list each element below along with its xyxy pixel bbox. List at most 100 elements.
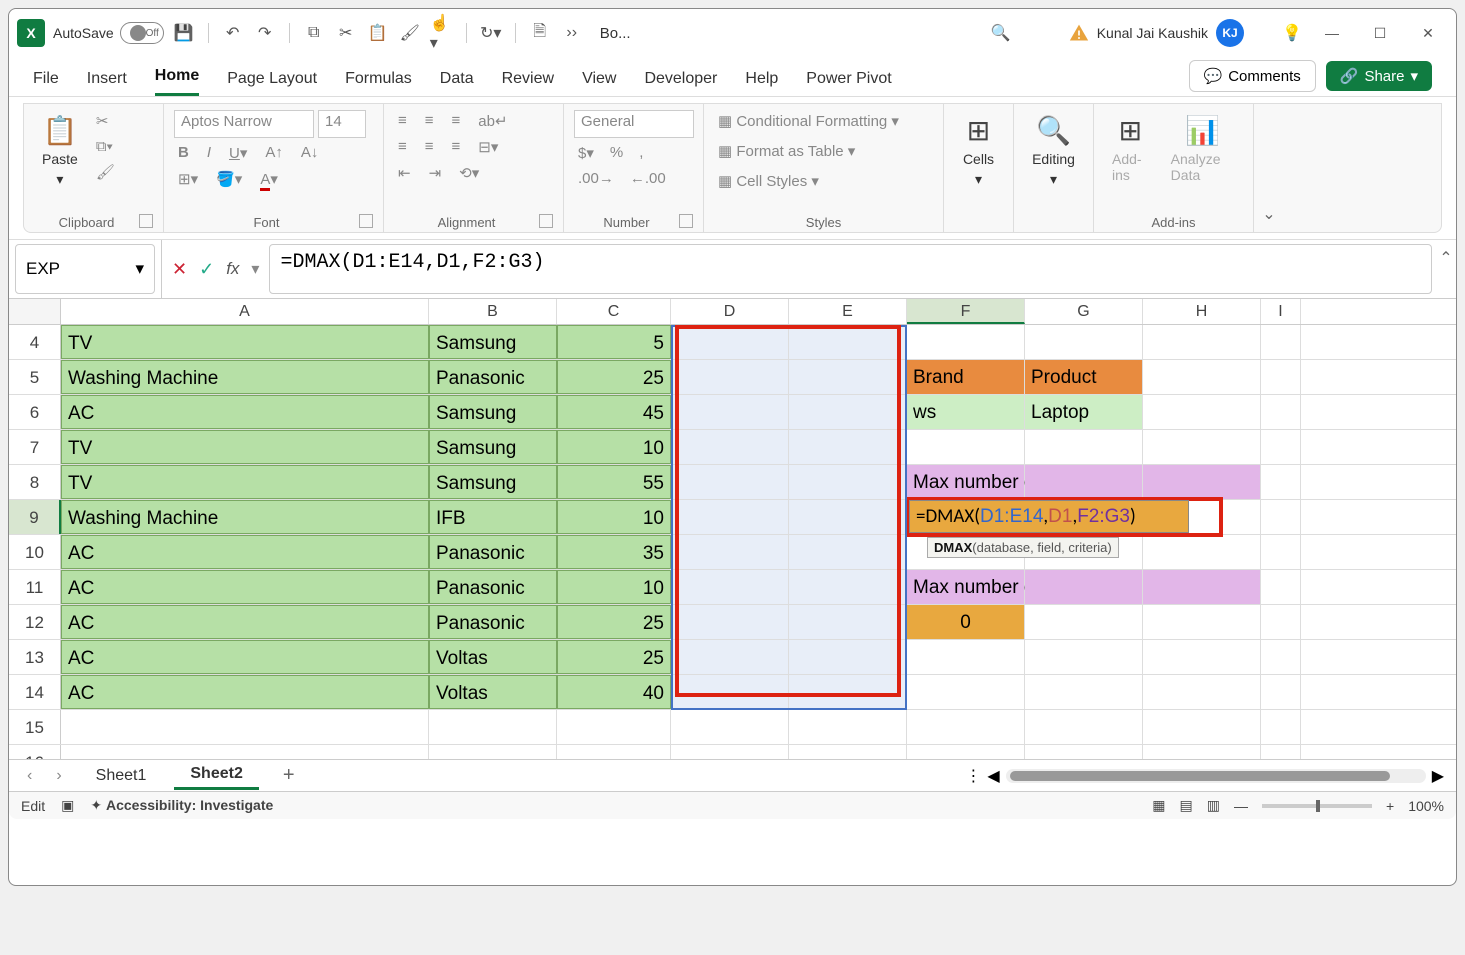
cell-C12[interactable]: 25	[557, 605, 671, 639]
tab-view[interactable]: View	[582, 70, 616, 96]
cell-G8[interactable]	[1025, 465, 1143, 499]
cell-D5[interactable]	[671, 360, 789, 394]
cell-B6[interactable]: Samsung	[429, 395, 557, 429]
share-button[interactable]: 🔗 Share ▾	[1326, 61, 1432, 91]
cell-F11[interactable]: Max number of Samsung TV sold	[907, 570, 1025, 604]
tab-power-pivot[interactable]: Power Pivot	[806, 70, 891, 96]
cell-F12[interactable]: 0	[907, 605, 1025, 639]
minimize-button[interactable]: —	[1312, 17, 1352, 49]
cells-button[interactable]: ⊞ Cells ▾	[954, 110, 1003, 192]
cell-H7[interactable]	[1143, 430, 1261, 464]
cell-A14[interactable]: AC	[61, 675, 429, 709]
percent-button[interactable]: %	[606, 142, 627, 164]
cell-D6[interactable]	[671, 395, 789, 429]
cell-E8[interactable]	[789, 465, 907, 499]
copy-icon[interactable]: ⧉	[302, 21, 326, 45]
tab-home[interactable]: Home	[155, 67, 199, 96]
search-icon[interactable]: 🔍	[989, 21, 1013, 45]
cell-D11[interactable]	[671, 570, 789, 604]
cell-F8[interactable]: Max number of Panasonic AC sold	[907, 465, 1025, 499]
cell-I6[interactable]	[1261, 395, 1301, 429]
cell-A7[interactable]: TV	[61, 430, 429, 464]
col-header-i[interactable]: I	[1261, 299, 1301, 324]
row-header[interactable]: 8	[9, 465, 61, 499]
lightbulb-icon[interactable]: 💡	[1280, 21, 1304, 45]
cell-E11[interactable]	[789, 570, 907, 604]
tab-file[interactable]: File	[33, 70, 59, 96]
scroll-left-button[interactable]: ◀	[987, 766, 999, 786]
format-painter-icon[interactable]: 🖌	[398, 21, 422, 45]
increase-decimal-button[interactable]: .00→	[574, 168, 618, 189]
cell-A9[interactable]: Washing Machine	[61, 500, 429, 534]
cell-D9[interactable]	[671, 500, 789, 534]
cell-A12[interactable]: AC	[61, 605, 429, 639]
cell-D13[interactable]	[671, 640, 789, 674]
cell-I11[interactable]	[1261, 570, 1301, 604]
collapse-ribbon-button[interactable]: ⌄	[1254, 104, 1284, 232]
font-color-button[interactable]: A▾	[256, 168, 282, 190]
col-header-d[interactable]: D	[671, 299, 789, 324]
cell-I14[interactable]	[1261, 675, 1301, 709]
active-cell-f9[interactable]: =DMAX(D1:E14,D1,F2:G3)	[909, 500, 1189, 533]
cell-C10[interactable]: 35	[557, 535, 671, 569]
conditional-formatting-button[interactable]: ▦ Conditional Formatting ▾	[714, 110, 903, 132]
maximize-button[interactable]: ☐	[1360, 17, 1400, 49]
cell-G6[interactable]: Laptop	[1025, 395, 1143, 429]
paste-qat-icon[interactable]: 📋	[366, 21, 390, 45]
cell-I5[interactable]	[1261, 360, 1301, 394]
paste-button[interactable]: 📋 Paste ▾	[34, 110, 86, 192]
cell-D15[interactable]	[671, 710, 789, 744]
italic-button[interactable]: I	[203, 142, 215, 164]
font-size-select[interactable]: 14	[318, 110, 366, 138]
cell-F5[interactable]: Brand	[907, 360, 1025, 394]
decrease-decimal-button[interactable]: ←.00	[626, 168, 670, 189]
cell-C8[interactable]: 55	[557, 465, 671, 499]
select-all-corner[interactable]	[9, 299, 61, 324]
cell-D4[interactable]	[671, 325, 789, 359]
cell-E12[interactable]	[789, 605, 907, 639]
cell-I10[interactable]	[1261, 535, 1301, 569]
comments-button[interactable]: 💬 Comments	[1189, 60, 1316, 92]
cell-C7[interactable]: 10	[557, 430, 671, 464]
orientation-button[interactable]: ⟲▾	[455, 162, 483, 184]
merge-button[interactable]: ⊟▾	[474, 136, 502, 158]
expand-formula-bar-button[interactable]: ⌃	[1436, 240, 1456, 298]
cell-B11[interactable]: Panasonic	[429, 570, 557, 604]
bold-button[interactable]: B	[174, 142, 193, 164]
cell-C16[interactable]	[557, 745, 671, 759]
fill-color-button[interactable]: 🪣▾	[212, 168, 246, 190]
col-header-a[interactable]: A	[61, 299, 429, 324]
cancel-formula-button[interactable]: ✕	[172, 259, 187, 280]
row-header[interactable]: 7	[9, 430, 61, 464]
zoom-out-button[interactable]: —	[1234, 798, 1248, 814]
cell-I8[interactable]	[1261, 465, 1301, 499]
cell-A8[interactable]: TV	[61, 465, 429, 499]
row-header[interactable]: 4	[9, 325, 61, 359]
cell-C15[interactable]	[557, 710, 671, 744]
cell-D12[interactable]	[671, 605, 789, 639]
comma-button[interactable]: ,	[635, 142, 647, 164]
col-header-b[interactable]: B	[429, 299, 557, 324]
row-header[interactable]: 16	[9, 745, 61, 759]
zoom-level[interactable]: 100%	[1408, 798, 1444, 814]
font-name-select[interactable]: Aptos Narrow	[174, 110, 314, 138]
autosave-toggle[interactable]: AutoSave Off	[53, 22, 164, 44]
row-header[interactable]: 5	[9, 360, 61, 394]
cell-B12[interactable]: Panasonic	[429, 605, 557, 639]
cell-B14[interactable]: Voltas	[429, 675, 557, 709]
cell-G14[interactable]	[1025, 675, 1143, 709]
new-file-icon[interactable]: 🗎	[528, 21, 552, 45]
cell-B7[interactable]: Samsung	[429, 430, 557, 464]
font-launcher[interactable]	[359, 214, 373, 228]
row-header[interactable]: 11	[9, 570, 61, 604]
cell-I15[interactable]	[1261, 710, 1301, 744]
cell-G4[interactable]	[1025, 325, 1143, 359]
cell-styles-button[interactable]: ▦ Cell Styles ▾	[714, 170, 823, 192]
cell-H10[interactable]	[1143, 535, 1261, 569]
row-header[interactable]: 12	[9, 605, 61, 639]
cell-B10[interactable]: Panasonic	[429, 535, 557, 569]
cell-I12[interactable]	[1261, 605, 1301, 639]
underline-button[interactable]: U▾	[225, 142, 251, 164]
clipboard-launcher[interactable]	[139, 214, 153, 228]
formula-input[interactable]: =DMAX(D1:E14,D1,F2:G3)	[269, 244, 1432, 294]
